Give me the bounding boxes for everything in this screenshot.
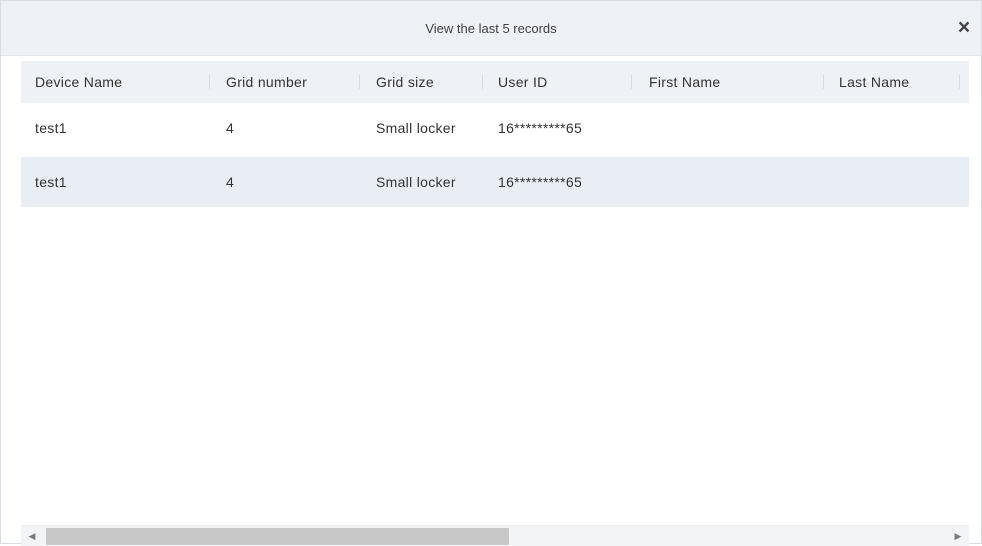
dialog-title: View the last 5 records — [425, 21, 557, 36]
cell-grid-size: Small locker — [376, 120, 456, 136]
horizontal-scrollbar[interactable]: ◀ ▶ — [21, 525, 969, 546]
column-divider[interactable] — [482, 75, 483, 89]
cell-device-name: test1 — [35, 174, 67, 190]
cell-user-id: 16*********65 — [498, 120, 583, 136]
close-icon[interactable]: × — [953, 17, 975, 39]
cell-grid-size: Small locker — [376, 174, 456, 190]
column-divider[interactable] — [209, 75, 210, 89]
table-row[interactable]: test1 4 Small locker 16*********65 — [21, 103, 969, 153]
column-header-first-name[interactable]: First Name — [649, 61, 720, 103]
column-divider[interactable] — [959, 75, 960, 89]
grid-header: Device Name Grid number Grid size User I… — [21, 61, 969, 103]
column-header-grid-number[interactable]: Grid number — [226, 61, 307, 103]
table-row[interactable]: test1 4 Small locker 16*********65 — [21, 157, 969, 207]
column-header-grid-size[interactable]: Grid size — [376, 61, 434, 103]
records-grid: Device Name Grid number Grid size User I… — [21, 61, 969, 523]
scroll-left-arrow-icon[interactable]: ◀ — [23, 526, 41, 546]
column-divider[interactable] — [631, 75, 632, 89]
cell-grid-number: 4 — [226, 120, 235, 136]
dialog-titlebar: View the last 5 records × — [1, 1, 981, 56]
cell-device-name: test1 — [35, 120, 67, 136]
column-divider[interactable] — [823, 75, 824, 89]
scrollbar-thumb[interactable] — [46, 528, 509, 545]
cell-user-id: 16*********65 — [498, 174, 583, 190]
scroll-right-arrow-icon[interactable]: ▶ — [949, 526, 967, 546]
cell-grid-number: 4 — [226, 174, 235, 190]
column-divider[interactable] — [359, 75, 360, 89]
column-header-user-id[interactable]: User ID — [498, 61, 548, 103]
column-header-last-name[interactable]: Last Name — [839, 61, 909, 103]
records-dialog: View the last 5 records × Device Name Gr… — [0, 0, 982, 546]
column-header-device-name[interactable]: Device Name — [35, 61, 122, 103]
